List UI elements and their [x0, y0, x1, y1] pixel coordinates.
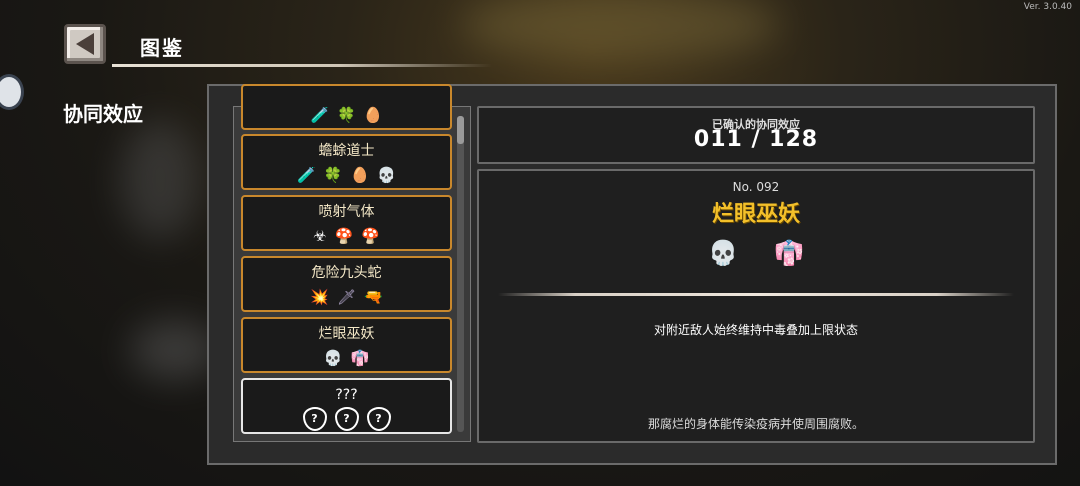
item-icon: 🥚: [363, 106, 383, 124]
synergy-card-name: 蟾蜍道士: [318, 143, 375, 159]
item-icon: 💥: [310, 288, 329, 306]
back-button[interactable]: [64, 24, 106, 64]
synergy-card[interactable]: 喷射气体 ☣ 🍄 🍄: [241, 195, 452, 251]
list-scrollbar-thumb[interactable]: [457, 116, 464, 144]
item-icon: 🥚: [350, 166, 370, 184]
synergy-card-name: 喷射气体: [318, 204, 375, 220]
list-scrollbar[interactable]: [457, 116, 464, 432]
item-icon: ☣: [313, 227, 327, 245]
synergy-card-icons: ☣ 🍄 🍄: [243, 226, 450, 246]
synergy-card-icons: 💥 🗡 🔫: [243, 287, 450, 307]
robe-icon: 👘: [774, 239, 804, 267]
background-shape: [120, 120, 200, 240]
unknown-item-icon: ?: [302, 407, 327, 431]
synergy-card-locked[interactable]: ??????: [241, 378, 452, 434]
item-icon: 🍄: [361, 227, 380, 245]
detail-item-icons: 💀 👘: [479, 238, 1033, 268]
synergy-card[interactable]: 🧪 🍀 🥚: [241, 84, 452, 130]
back-arrow-icon: [76, 33, 94, 55]
synergy-card-icons: 💀 👘: [243, 348, 450, 368]
detail-name: 烂眼巫妖: [711, 202, 800, 227]
detail-effect-text: 对附近敌人始终维持中毒叠加上限状态: [653, 323, 858, 337]
item-icon: 💀: [323, 349, 343, 367]
synergy-card-name: 危险九头蛇: [311, 265, 382, 281]
item-icon: 🍄: [334, 227, 354, 245]
synergy-card-icons: 🧪 🍀 🥚: [243, 105, 450, 125]
synergy-card-name: 烂眼巫妖: [318, 326, 375, 342]
synergy-card-icons: 🧪 🍀 🥚 💀: [243, 165, 450, 185]
item-icon: 💀: [377, 166, 396, 184]
category-tab-synergy[interactable]: 协同效应: [63, 98, 143, 127]
detail-number: No. 092: [732, 180, 780, 194]
detail-flavor-text: 那腐烂的身体能传染疫病并使周围腐败。: [647, 417, 864, 431]
synergy-card[interactable]: 烂眼巫妖 💀 👘: [241, 317, 452, 373]
item-icon: 🧪: [310, 106, 330, 124]
background-glow: [460, 0, 780, 60]
synergy-card[interactable]: 蟾蜍道士 🧪 🍀 🥚 💀: [241, 134, 452, 190]
synergy-card-icons: ???: [243, 407, 450, 431]
unknown-item-icon: ?: [334, 407, 359, 431]
item-icon: 🍀: [337, 106, 356, 124]
unknown-item-icon: ?: [366, 407, 391, 431]
chat-bubble-icon[interactable]: [0, 74, 24, 110]
synergy-card-name: ???: [335, 387, 358, 403]
page-title: 图鉴: [140, 36, 184, 60]
counter-value: 011 / 128: [693, 127, 819, 152]
version-label: Ver. 3.0.40: [1023, 2, 1072, 12]
item-icon: 🧪: [297, 166, 316, 184]
detail-divider: [498, 293, 1014, 296]
skull-icon: 💀: [708, 239, 738, 267]
header-divider: [112, 64, 492, 67]
item-icon: 🍀: [323, 166, 343, 184]
item-icon: 👘: [350, 349, 370, 367]
item-icon: 🗡: [336, 288, 357, 306]
item-icon: 🔫: [364, 288, 383, 306]
synergy-card[interactable]: 危险九头蛇 💥 🗡 🔫: [241, 256, 452, 312]
